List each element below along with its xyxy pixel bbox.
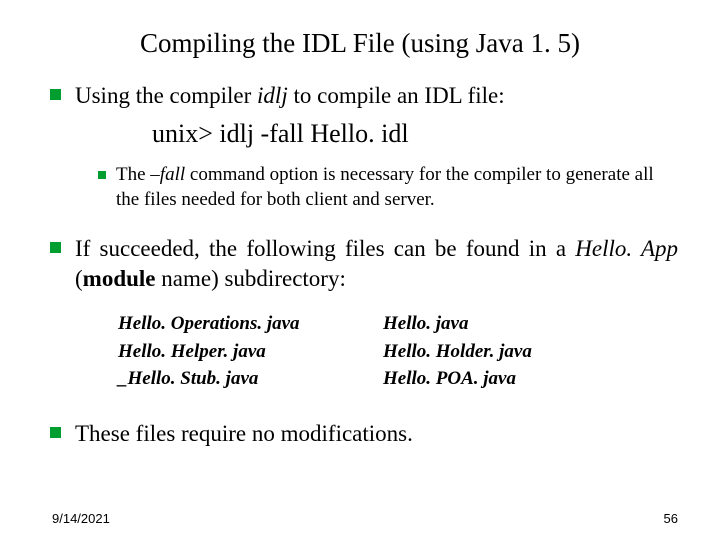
- file-name: Hello. POA. java: [383, 365, 532, 393]
- square-bullet-icon: [50, 242, 61, 253]
- square-bullet-icon: [50, 89, 61, 100]
- prompt: unix>: [152, 119, 213, 148]
- bullet-1-text: Using the compiler idlj to compile an ID…: [75, 81, 505, 111]
- slide: Compiling the IDL File (using Java 1. 5)…: [0, 0, 720, 540]
- file-name: Hello. Holder. java: [383, 338, 532, 366]
- files-col-left: Hello. Operations. java Hello. Helper. j…: [118, 310, 383, 393]
- file-name: _Hello. Stub. java: [118, 365, 383, 393]
- text: name) subdirectory:: [156, 266, 346, 291]
- module-word: module: [83, 266, 156, 291]
- command-line: unix> idlj -fall Hello. idl: [152, 119, 678, 149]
- text: (: [75, 266, 83, 291]
- text: Using the compiler: [75, 83, 257, 108]
- file-name: Hello. Operations. java: [118, 310, 383, 338]
- idlj-word: idlj: [257, 83, 288, 108]
- square-bullet-icon: [98, 171, 106, 179]
- footer: 9/14/2021 56: [52, 511, 678, 526]
- text: If succeeded, the following files can be…: [75, 236, 575, 261]
- slide-title: Compiling the IDL File (using Java 1. 5): [42, 28, 678, 59]
- client-word: client: [305, 189, 347, 210]
- sub-bullet-1: The –fall command option is necessary fo…: [98, 163, 678, 212]
- bullet-3: These files require no modifications.: [50, 419, 678, 449]
- footer-date: 9/14/2021: [52, 511, 110, 526]
- text: the files needed for both: [116, 189, 305, 210]
- files-block: Hello. Operations. java Hello. Helper. j…: [118, 310, 678, 393]
- text: and: [348, 189, 385, 210]
- bullet-2-text: If succeeded, the following files can be…: [75, 234, 678, 294]
- text: The: [116, 164, 150, 185]
- footer-page: 56: [664, 511, 678, 526]
- text: to compile an IDL file:: [288, 83, 505, 108]
- files-col-right: Hello. java Hello. Holder. java Hello. P…: [383, 310, 532, 393]
- text: .: [430, 189, 435, 210]
- all-word: all: [635, 164, 654, 185]
- sub-bullet-1-text: The –fall command option is necessary fo…: [116, 163, 678, 212]
- command-text: idlj -fall Hello. idl: [213, 119, 409, 148]
- bullet-2: If succeeded, the following files can be…: [50, 234, 678, 294]
- square-bullet-icon: [50, 427, 61, 438]
- bullet-1: Using the compiler idlj to compile an ID…: [50, 81, 678, 111]
- text: command option is necessary for the comp…: [185, 164, 635, 185]
- fall-option: –fall: [150, 164, 185, 185]
- file-name: Hello. java: [383, 310, 532, 338]
- helloapp-word: Hello. App: [575, 236, 678, 261]
- server-word: server: [385, 189, 430, 210]
- file-name: Hello. Helper. java: [118, 338, 383, 366]
- bullet-3-text: These files require no modifications.: [75, 419, 413, 449]
